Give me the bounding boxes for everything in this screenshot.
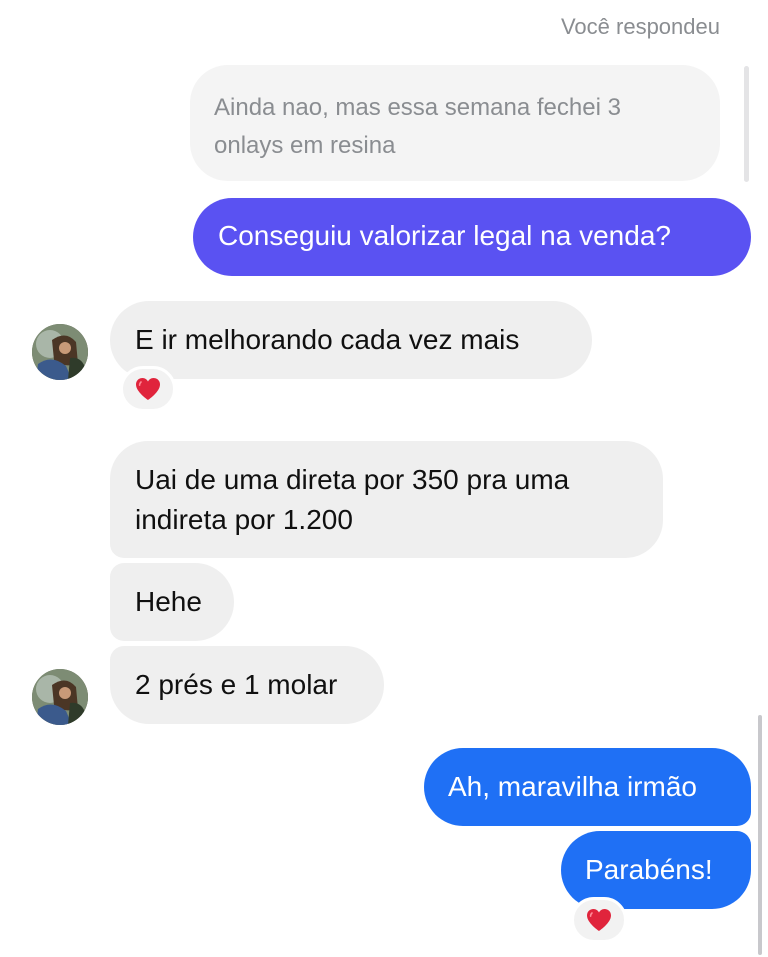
message-bubble-incoming[interactable]: Uai de uma direta por 350 pra uma indire… <box>110 441 663 558</box>
message-text: Conseguiu valorizar legal na venda? <box>218 220 671 251</box>
message-reaction[interactable] <box>571 897 627 943</box>
avatar-image <box>32 324 88 380</box>
message-text: E ir melhorando cada vez mais <box>135 324 520 355</box>
message-bubble-outgoing[interactable]: Ah, maravilha irmão <box>424 748 751 826</box>
message-text-line: indireta por 1.200 <box>135 504 353 535</box>
message-text: 2 prés e 1 molar <box>135 669 338 700</box>
message-text: Parabéns! <box>585 854 713 885</box>
contact-avatar[interactable] <box>32 669 88 725</box>
quoted-message[interactable]: Ainda nao, mas essa semana fechei 3 onla… <box>190 65 720 181</box>
heart-icon <box>136 378 160 400</box>
quoted-message-line: Ainda nao, mas essa semana fechei 3 <box>214 94 621 121</box>
scrollbar[interactable] <box>758 715 762 955</box>
message-bubble-incoming[interactable]: E ir melhorando cada vez mais <box>110 301 592 379</box>
message-reaction[interactable] <box>120 366 176 412</box>
heart-icon <box>587 909 611 931</box>
avatar-image <box>32 669 88 725</box>
reply-indicator-bar <box>744 66 749 182</box>
chat-thread: Você respondeu Ainda nao, mas essa seman… <box>0 0 768 957</box>
message-bubble-incoming[interactable]: 2 prés e 1 molar <box>110 646 384 724</box>
message-text: Ah, maravilha irmão <box>448 771 697 802</box>
message-bubble-incoming[interactable]: Hehe <box>110 563 234 641</box>
message-text: Hehe <box>135 586 202 617</box>
message-text-line: Uai de uma direta por 350 pra uma <box>135 464 570 495</box>
contact-avatar[interactable] <box>32 324 88 380</box>
message-bubble-outgoing[interactable]: Conseguiu valorizar legal na venda? <box>193 198 751 276</box>
reply-context-label: Você respondeu <box>560 14 720 39</box>
quoted-message-line: onlays em resina <box>214 132 396 159</box>
